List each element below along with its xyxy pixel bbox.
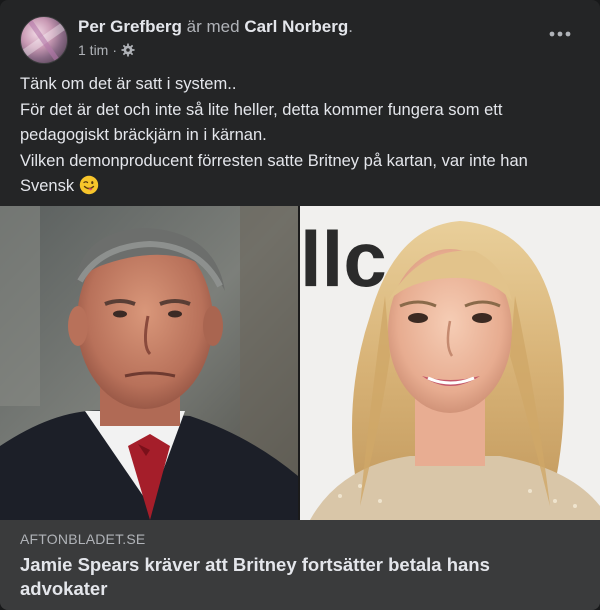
meta-separator: · <box>112 42 118 58</box>
avatar[interactable] <box>20 16 68 64</box>
winking-face-tongue-emoji <box>79 175 99 204</box>
gear-icon[interactable] <box>121 43 135 57</box>
link-preview-info[interactable]: AFTONBLADET.SE Jamie Spears kräver att B… <box>0 520 600 610</box>
author-name-link[interactable]: Per Grefberg <box>78 17 182 36</box>
post-body-text: Tänk om det är satt i system.. För det ä… <box>20 72 586 204</box>
post-text-line: För det är det och inte så lite heller, … <box>20 100 503 145</box>
post-text-line: Vilken demonproducent förresten satte Br… <box>20 149 586 204</box>
backdrop-lettering: llc <box>300 215 387 303</box>
tagged-name-link[interactable]: Carl Norberg <box>244 17 348 36</box>
tagged-suffix: . <box>348 17 353 36</box>
post-meta: 1 tim · <box>78 41 135 59</box>
post-timestamp-link[interactable]: 1 tim <box>78 41 108 59</box>
post-header: Per Grefberg är med Carl Norberg. 1 tim … <box>20 16 580 64</box>
link-domain: AFTONBLADET.SE <box>20 531 146 547</box>
woman-photo: llc <box>300 206 600 520</box>
post-text-line: Tänk om det är satt i system.. <box>20 75 237 93</box>
link-title[interactable]: Jamie Spears kräver att Britney fortsätt… <box>20 553 580 601</box>
link-preview-image[interactable]: llc <box>0 206 600 520</box>
post-author-line: Per Grefberg är med Carl Norberg. <box>78 16 353 38</box>
man-photo <box>0 206 298 520</box>
feed-post: Per Grefberg är med Carl Norberg. 1 tim … <box>0 0 600 610</box>
more-dots-icon[interactable] <box>542 22 578 46</box>
with-text: är med <box>186 17 240 36</box>
